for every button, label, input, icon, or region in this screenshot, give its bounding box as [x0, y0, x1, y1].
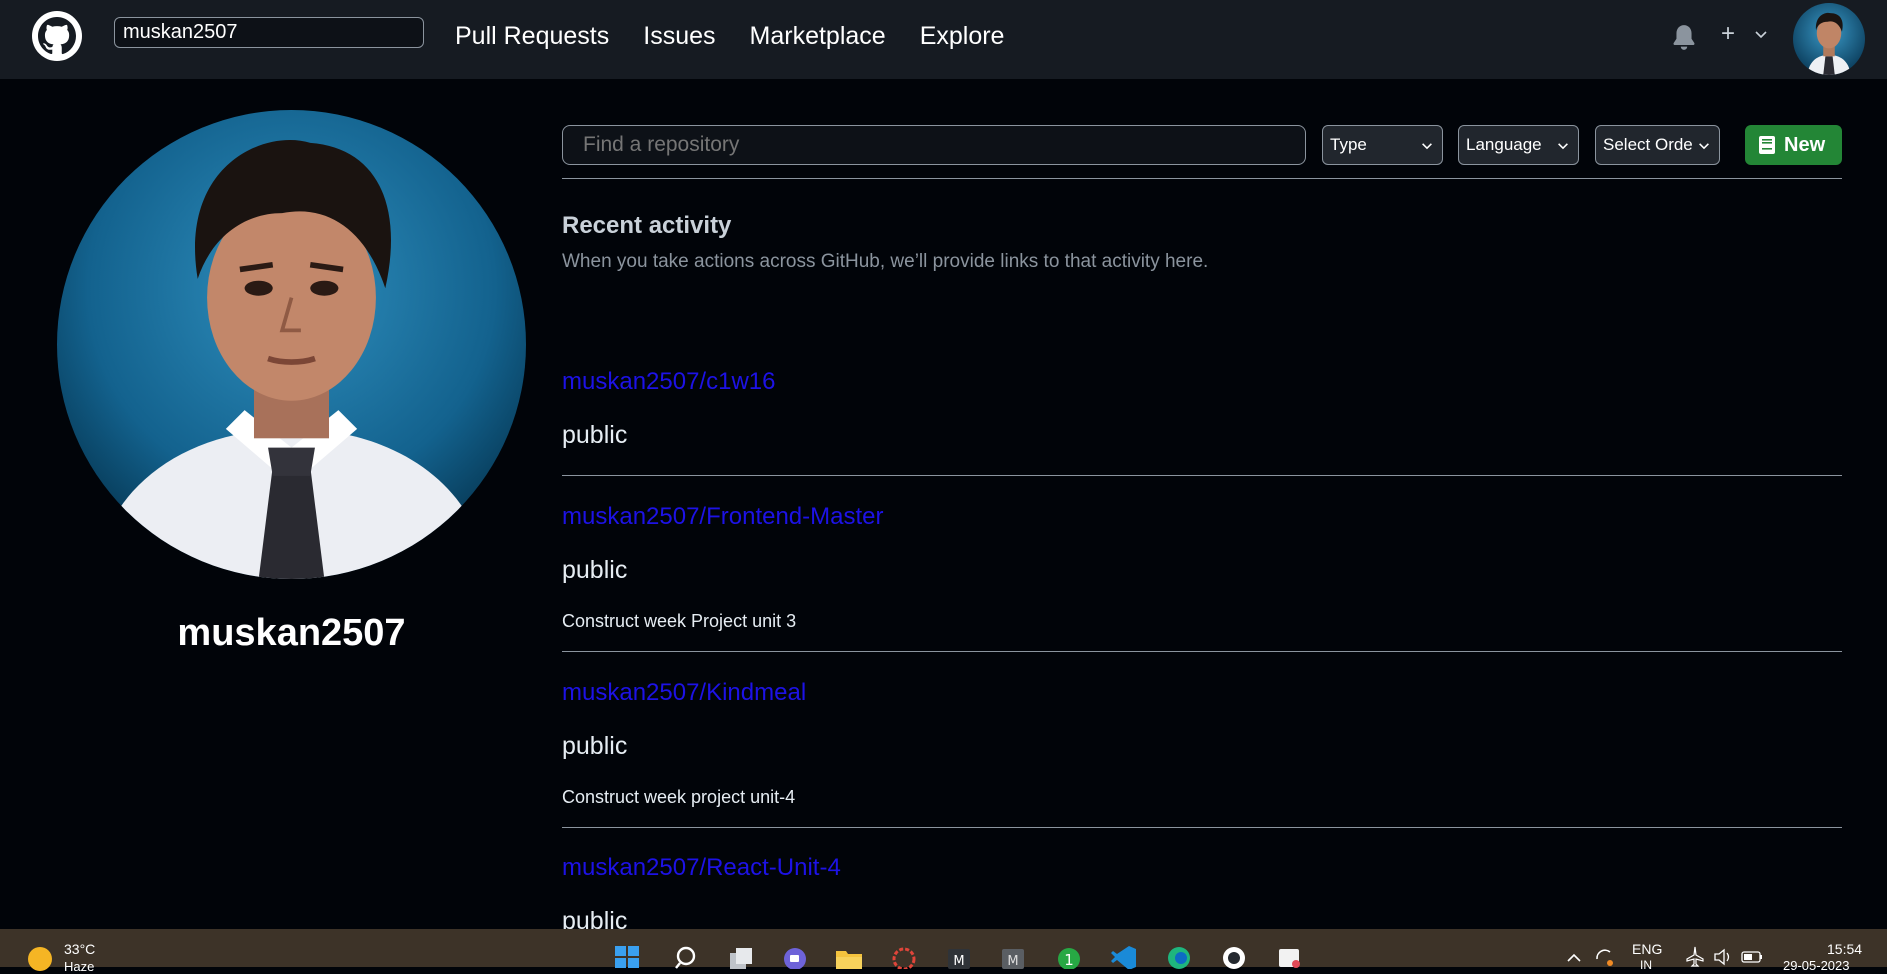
weather-temperature[interactable]: 33°C — [64, 941, 95, 957]
language-select[interactable]: Language — [1458, 125, 1579, 165]
new-button-label: New — [1784, 134, 1826, 156]
top-navigation-bar: Pull Requests Issues Marketplace Explore… — [0, 0, 1887, 79]
airplane-mode-icon[interactable] — [1684, 943, 1706, 969]
nav-marketplace[interactable]: Marketplace — [750, 20, 886, 52]
volume-icon[interactable] — [1712, 943, 1734, 969]
new-repository-button[interactable]: New — [1745, 125, 1842, 165]
windows-start-icon[interactable] — [612, 943, 642, 969]
divider — [562, 178, 1842, 179]
chevron-down-icon — [1699, 143, 1709, 150]
repo-visibility: public — [562, 732, 628, 760]
nav-explore[interactable]: Explore — [920, 20, 1005, 52]
chevron-up-icon[interactable] — [1564, 943, 1584, 969]
divider — [562, 827, 1842, 828]
language-indicator[interactable]: ENG — [1632, 941, 1662, 957]
nav-issues[interactable]: Issues — [643, 20, 715, 52]
repo-link[interactable]: muskan2507/Frontend-Master — [562, 503, 884, 531]
bell-icon[interactable] — [1671, 24, 1697, 52]
svg-text:1: 1 — [1064, 951, 1074, 969]
repo-link[interactable]: muskan2507/React-Unit-4 — [562, 854, 841, 882]
order-select[interactable]: Select Orde — [1595, 125, 1720, 165]
chevron-down-icon — [1422, 143, 1432, 150]
recent-activity-description: When you take actions across GitHub, we’… — [562, 251, 1209, 272]
repo-link[interactable]: muskan2507/c1w16 — [562, 368, 775, 396]
windows-taskbar: 33°C Haze M M 1 ENG IN 15:54 29-05-2023 — [0, 929, 1887, 974]
language-region[interactable]: IN — [1640, 958, 1652, 972]
type-select-label: Type — [1330, 135, 1367, 154]
task-view-icon[interactable] — [726, 943, 756, 969]
vscode-icon[interactable] — [1109, 943, 1139, 969]
order-select-label: Select Orde — [1603, 135, 1693, 154]
app-green-one-icon[interactable]: 1 — [1054, 943, 1084, 969]
chevron-down-icon[interactable] — [1753, 26, 1769, 42]
main-nav: Pull Requests Issues Marketplace Explore — [455, 20, 1004, 52]
repo-visibility: public — [562, 421, 628, 449]
snipping-tool-icon[interactable] — [1275, 943, 1305, 969]
find-repository-input[interactable] — [562, 125, 1306, 165]
repo-description: Construct week project unit-4 — [562, 787, 796, 807]
nav-pull-requests[interactable]: Pull Requests — [455, 20, 609, 52]
sync-icon[interactable] — [1592, 943, 1616, 969]
battery-icon[interactable] — [1740, 943, 1764, 969]
profile-avatar — [57, 110, 526, 579]
app-m-icon[interactable]: M — [944, 943, 974, 969]
repo-visibility: public — [562, 556, 628, 584]
divider — [562, 651, 1842, 652]
app-m-alt-icon[interactable]: M — [998, 943, 1028, 969]
clock-time[interactable]: 15:54 — [1827, 941, 1862, 957]
header-search-input[interactable] — [114, 17, 424, 48]
type-select[interactable]: Type — [1322, 125, 1443, 165]
profile-username: muskan2507 — [177, 612, 406, 654]
chevron-down-icon — [1558, 143, 1568, 150]
app-red-icon[interactable] — [889, 943, 919, 969]
recent-activity-title: Recent activity — [562, 212, 732, 239]
repo-book-icon — [1759, 136, 1775, 154]
weather-sun-icon[interactable] — [28, 947, 52, 971]
clock-date[interactable]: 29-05-2023 — [1783, 958, 1850, 973]
repo-description: Construct week Project unit 3 — [562, 611, 797, 631]
plus-icon[interactable]: + — [1721, 20, 1735, 48]
edge-browser-icon[interactable] — [1164, 943, 1194, 969]
divider — [562, 475, 1842, 476]
teams-chat-icon[interactable] — [780, 943, 810, 969]
repo-link[interactable]: muskan2507/Kindmeal — [562, 679, 806, 707]
github-logo-icon[interactable] — [32, 11, 82, 61]
avatar[interactable] — [1793, 3, 1865, 75]
github-desktop-icon[interactable] — [1219, 943, 1249, 969]
language-select-label: Language — [1466, 135, 1542, 154]
search-icon[interactable] — [672, 943, 702, 969]
header-actions: + — [1657, 0, 1887, 79]
file-explorer-icon[interactable] — [834, 943, 864, 969]
